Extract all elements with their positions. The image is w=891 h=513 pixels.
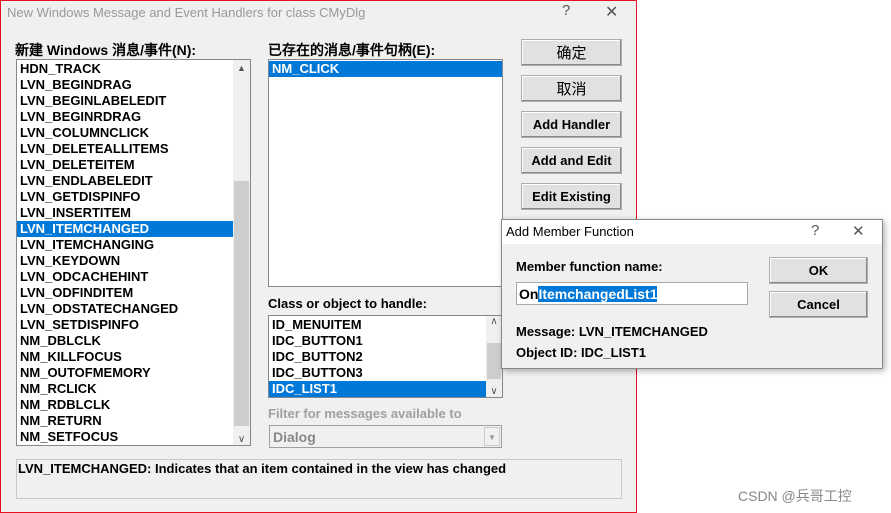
list-item[interactable]: LVN_ENDLABELEDIT: [17, 173, 233, 189]
list-item[interactable]: IDC_BUTTON3: [269, 365, 486, 381]
list-item[interactable]: NM_RCLICK: [17, 381, 233, 397]
close-button[interactable]: ✕: [852, 222, 865, 240]
message-info: Message: LVN_ITEMCHANGED: [516, 324, 708, 339]
add-and-edit-button[interactable]: Add and Edit: [521, 147, 622, 174]
list-item[interactable]: NM_SETFOCUS: [17, 429, 233, 445]
scroll-up-icon[interactable]: ∧: [486, 316, 502, 327]
class-label: Class or object to handle:: [268, 296, 427, 311]
scrollbar-thumb[interactable]: [234, 181, 249, 426]
list-item[interactable]: LVN_DELETEITEM: [17, 157, 233, 173]
list-item[interactable]: HDN_TRACK: [17, 61, 233, 77]
scroll-down-icon[interactable]: ∨: [486, 386, 502, 397]
list-item[interactable]: NM_RETURN: [17, 413, 233, 429]
description-text: LVN_ITEMCHANGED: Indicates that an item …: [18, 461, 507, 476]
list-item[interactable]: NM_CLICK: [269, 61, 502, 77]
list-item[interactable]: LVN_SETDISPINFO: [17, 317, 233, 333]
watermark: CSDN @兵哥工控: [738, 488, 852, 504]
list-item[interactable]: NM_OUTOFMEMORY: [17, 365, 233, 381]
list-item[interactable]: LVN_INSERTITEM: [17, 205, 233, 221]
function-name-label: Member function name:: [516, 259, 663, 274]
scroll-up-icon[interactable]: ▲: [233, 60, 250, 77]
function-name-input[interactable]: OnItemchangedList1: [516, 282, 748, 305]
add-member-function-dialog: Add Member Function ? ✕ Member function …: [501, 219, 883, 369]
input-prefix: On: [519, 286, 539, 302]
scrollbar-thumb[interactable]: [487, 343, 501, 379]
list-item[interactable]: LVN_ODSTATECHANGED: [17, 301, 233, 317]
list-item[interactable]: LVN_BEGINRDRAG: [17, 109, 233, 125]
cancel-button[interactable]: Cancel: [769, 291, 868, 318]
add-handler-button[interactable]: Add Handler: [521, 111, 622, 138]
sub-title-bar: Add Member Function ? ✕: [502, 220, 882, 244]
class-scrollbar[interactable]: ∧ ∨: [486, 316, 502, 397]
list-item[interactable]: LVN_COLUMNCLICK: [17, 125, 233, 141]
help-button[interactable]: ?: [562, 2, 570, 19]
list-item[interactable]: NM_DBLCLK: [17, 333, 233, 349]
object-id-info: Object ID: IDC_LIST1: [516, 345, 647, 360]
filter-label: Filter for messages available to: [268, 406, 462, 421]
list-item[interactable]: LVN_ITEMCHANGED: [17, 221, 233, 237]
messages-list[interactable]: HDN_TRACK LVN_BEGINDRAG LVN_BEGINLABELEDIT…: [16, 59, 251, 446]
new-messages-label: 新建 Windows 消息/事件(N):: [15, 42, 197, 58]
list-item[interactable]: LVN_BEGINLABELEDIT: [17, 93, 233, 109]
scroll-down-icon[interactable]: ∨: [233, 434, 250, 445]
filter-value: Dialog: [273, 429, 316, 445]
list-item[interactable]: ID_MENUITEM: [269, 317, 486, 333]
cancel-button[interactable]: 取消: [521, 75, 622, 102]
handlers-list[interactable]: NM_CLICK: [268, 59, 503, 287]
ok-button[interactable]: 确定: [521, 39, 622, 66]
list-item[interactable]: LVN_GETDISPINFO: [17, 189, 233, 205]
list-item[interactable]: NM_KILLFOCUS: [17, 349, 233, 365]
sub-dialog-title: Add Member Function: [506, 224, 634, 239]
list-item[interactable]: LVN_DELETEALLITEMS: [17, 141, 233, 157]
list-item[interactable]: LVN_BEGINDRAG: [17, 77, 233, 93]
close-button[interactable]: ✕: [605, 2, 618, 22]
filter-combo[interactable]: Dialog ▼: [269, 425, 502, 448]
list-item[interactable]: IDC_BUTTON1: [269, 333, 486, 349]
list-item[interactable]: LVN_ODFINDITEM: [17, 285, 233, 301]
dropdown-arrow-icon[interactable]: ▼: [484, 427, 500, 446]
messages-scrollbar[interactable]: ▲ ∨: [233, 60, 250, 445]
list-item[interactable]: LVN_ODCACHEHINT: [17, 269, 233, 285]
list-item[interactable]: IDC_BUTTON2: [269, 349, 486, 365]
description-box: LVN_ITEMCHANGED: Indicates that an item …: [16, 459, 622, 499]
help-button[interactable]: ?: [811, 222, 819, 239]
list-item[interactable]: IDC_LIST1: [269, 381, 486, 397]
existing-handlers-label: 已存在的消息/事件句柄(E):: [268, 42, 436, 58]
list-item[interactable]: LVN_KEYDOWN: [17, 253, 233, 269]
class-list[interactable]: ID_MENUITEM IDC_BUTTON1 IDC_BUTTON2 IDC_BUT…: [268, 315, 503, 398]
edit-existing-button[interactable]: Edit Existing: [521, 183, 622, 210]
list-item[interactable]: NM_RDBLCLK: [17, 397, 233, 413]
input-selected-text: ItemchangedList1: [538, 286, 658, 302]
list-item[interactable]: LVN_ITEMCHANGING: [17, 237, 233, 253]
dialog-title: New Windows Message and Event Handlers f…: [7, 5, 366, 20]
ok-button[interactable]: OK: [769, 257, 868, 284]
